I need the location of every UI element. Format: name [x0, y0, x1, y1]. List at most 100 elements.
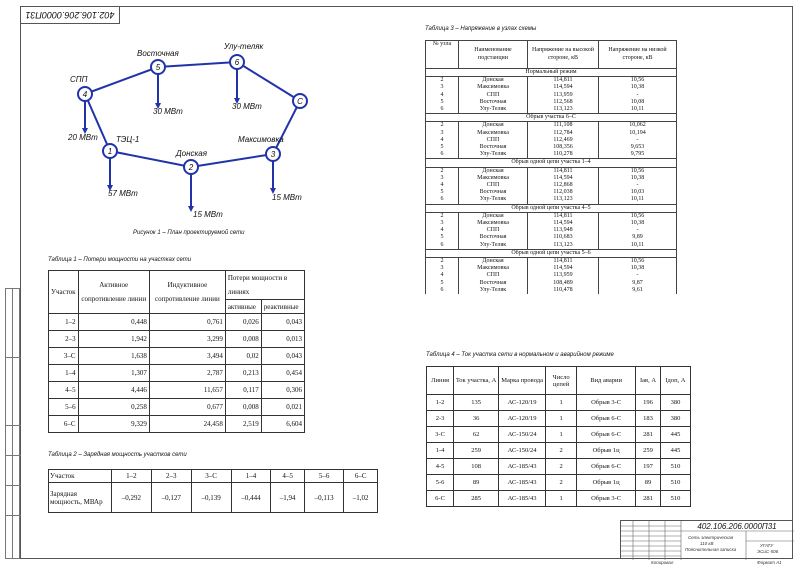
t4-cell: 2-3: [425, 410, 455, 427]
t1-cell: 0,677: [148, 398, 226, 416]
t3-cell: 5: [425, 144, 459, 152]
t3-row: 3 Максимовка 112,784 10,194: [425, 129, 677, 137]
line-6-c: [236, 61, 301, 102]
t3-row: 2 Донская 114,811 10,56: [425, 257, 677, 266]
t3-cell: 10,11: [598, 106, 677, 114]
t3-cell: 10,56: [598, 167, 677, 175]
t1-cell: 6,604: [260, 415, 306, 433]
t4-cell: Обрыв 3-С: [576, 394, 637, 411]
line-4-5: [84, 66, 159, 95]
t1-cell: 2,787: [148, 364, 226, 382]
t4-cell: 197: [635, 458, 661, 475]
node-voltage-table: № узла Наименование подстанции Напряжени…: [425, 40, 677, 295]
t1-cell: 4,446: [77, 381, 150, 399]
load-4-label: 20 МВт: [67, 133, 98, 142]
title-block-code: 402.106.206.0000П31: [697, 522, 777, 531]
t4-cell: 281: [635, 490, 661, 507]
t3-cell: 2: [425, 167, 459, 175]
t3-cell: 112,038: [527, 189, 599, 197]
t3-cell: Улу-Теляк: [458, 286, 528, 295]
t1-cell: 3,299: [148, 330, 226, 348]
t3-row: 5 Восточная 112,568 10,08: [425, 98, 677, 107]
t3-cell: 113,948: [527, 227, 599, 235]
t3-section-title: Нормальный режим: [425, 67, 677, 78]
t3-cell: 2: [425, 121, 459, 130]
t1-header-section: Участок: [48, 270, 79, 314]
t3-cell: 110,478: [527, 286, 599, 295]
t3-cell: 2: [425, 257, 459, 266]
t3-cell: 113,959: [527, 91, 599, 99]
t1-row: 5–6 0,258 0,677 0,008 0,021: [48, 398, 306, 416]
t3-cell: Максимовка: [458, 174, 528, 183]
t4-cell: 36: [453, 410, 500, 427]
t3-cell: 2: [425, 212, 459, 221]
t4-cell: 6-С: [425, 490, 455, 507]
t1-cell: 5–6: [48, 398, 79, 416]
t4-cell: 2: [545, 458, 578, 475]
t3-cell: Улу-Теляк: [458, 241, 528, 250]
t3-cell: 5: [425, 279, 459, 287]
t2-value: –0,292: [111, 482, 152, 513]
t2-value: –0,444: [230, 482, 272, 513]
t3-section-row: Обрыв одной цепи участка 5–6: [425, 248, 677, 259]
node-2-id: 2: [188, 163, 194, 172]
t3-cell: 10,08: [598, 98, 677, 107]
t3-section-title: Обрыв одной цепи участка 5–6: [425, 248, 677, 259]
t3-cell: 10,56: [598, 212, 677, 221]
t3-cell: 114,811: [527, 76, 599, 85]
t3-header-node: № узла: [425, 40, 459, 69]
t3-section-title: Обрыв одной цепи участка 1–4: [425, 158, 677, 168]
t4-cell: 108: [453, 458, 500, 475]
t1-cell: 3–С: [48, 347, 79, 365]
t3-row: 6 Улу-Теляк 113,123 10,11: [425, 196, 677, 205]
table2-caption: Таблица 2 – Зарядная мощность участков с…: [48, 452, 187, 458]
t1-row: 1–2 0,448 0,761 0,026 0,043: [48, 313, 306, 331]
t3-cell: -: [598, 182, 677, 190]
current-table: Линия Ток участка, А Марка провода Число…: [425, 366, 692, 507]
node-6-label: Улу-теляк: [223, 42, 265, 51]
t4-header-iav: Iав, А: [635, 366, 661, 395]
t3-cell: -: [598, 91, 677, 99]
title-block-org-2: ЭСиС-506: [757, 549, 779, 554]
t3-cell: 114,811: [527, 257, 599, 266]
t3-row: 2 Донская 114,811 10,56: [425, 212, 677, 221]
t1-row: 3–С 1,638 3,494 0,02 0,043: [48, 347, 306, 365]
t3-section-row: Нормальный режим: [425, 67, 677, 78]
t1-cell: 0,213: [224, 364, 262, 382]
t3-cell: Улу-Теляк: [458, 196, 528, 205]
t3-cell: 3: [425, 129, 459, 137]
t4-header-line: Линия: [425, 366, 455, 395]
t4-header-idop: Iдоп, А: [659, 366, 692, 395]
t3-cell: 6: [425, 286, 459, 295]
t3-row: 2 Донская 114,811 10,56: [425, 76, 677, 85]
t4-cell: 1: [545, 490, 578, 507]
t4-cell: 259: [453, 442, 500, 459]
charging-power-table: Участок 1–2 2–3 3–С 1–4 4–5 5–6 6–С Зарядная м…: [48, 469, 378, 513]
t3-cell: СПП: [458, 272, 528, 280]
t3-cell: 6: [425, 151, 459, 159]
node-1-id: 1: [108, 147, 112, 156]
t3-cell: СПП: [458, 91, 528, 99]
t1-cell: 0,013: [260, 330, 306, 348]
t3-cell: Донская: [458, 167, 528, 175]
t3-cell: 114,594: [527, 174, 599, 183]
t4-cell: 183: [635, 410, 661, 427]
t1-cell: 0,043: [260, 313, 306, 331]
t2-section: 3–С: [190, 469, 232, 483]
t3-cell: 5: [425, 234, 459, 242]
t3-cell: 4: [425, 91, 459, 99]
t1-cell: 0,306: [260, 381, 306, 399]
t4-cell: 1-4: [425, 442, 455, 459]
t4-cell: 259: [635, 442, 661, 459]
t4-cell: 510: [659, 490, 692, 507]
t3-cell: СПП: [458, 136, 528, 145]
t1-cell: 0,026: [224, 313, 262, 331]
t4-cell: Обрыв 1ц: [576, 474, 637, 491]
t1-cell: 0,008: [224, 330, 262, 348]
t3-cell: 10,56: [598, 76, 677, 85]
t4-cell: АС-150/24: [498, 442, 547, 459]
t3-row: 2 Донская 111,108 10,062: [425, 121, 677, 130]
t1-cell: 1–4: [48, 364, 79, 382]
t1-header-active-losses: активные: [224, 299, 262, 314]
t3-row: 3 Максимовка 114,594 10,38: [425, 265, 677, 273]
